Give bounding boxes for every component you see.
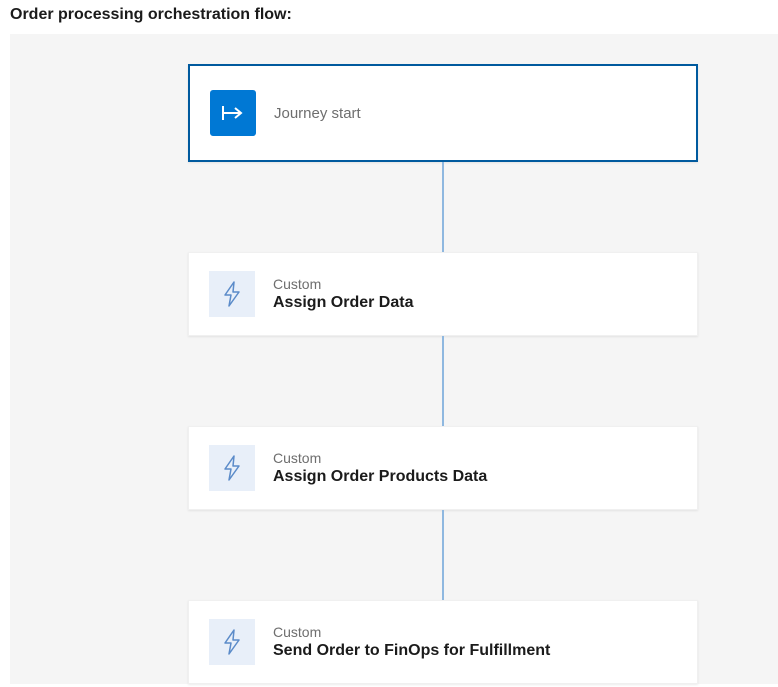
start-arrow-icon <box>210 90 256 136</box>
action-text: Custom Assign Order Products Data <box>273 450 487 486</box>
flow-canvas[interactable]: Journey start Custom Assign Order Data <box>10 34 778 684</box>
action-text: Custom Assign Order Data <box>273 276 413 312</box>
connector-line <box>442 336 444 426</box>
connector-line <box>442 510 444 600</box>
flow-column: Journey start Custom Assign Order Data <box>188 64 698 684</box>
journey-start-label: Journey start <box>274 105 361 122</box>
action-category: Custom <box>273 624 550 640</box>
action-node-assign-order-products-data[interactable]: Custom Assign Order Products Data <box>188 426 698 510</box>
action-text: Custom Send Order to FinOps for Fulfillm… <box>273 624 550 660</box>
action-category: Custom <box>273 276 413 292</box>
action-category: Custom <box>273 450 487 466</box>
lightning-icon <box>209 445 255 491</box>
lightning-icon <box>209 619 255 665</box>
action-title: Send Order to FinOps for Fulfillment <box>273 642 550 660</box>
lightning-icon <box>209 271 255 317</box>
journey-start-node[interactable]: Journey start <box>188 64 698 162</box>
action-node-send-order-finops[interactable]: Custom Send Order to FinOps for Fulfillm… <box>188 600 698 684</box>
action-node-assign-order-data[interactable]: Custom Assign Order Data <box>188 252 698 336</box>
connector-line <box>442 162 444 252</box>
page-title: Order processing orchestration flow: <box>0 0 778 34</box>
action-title: Assign Order Data <box>273 294 413 312</box>
action-title: Assign Order Products Data <box>273 468 487 486</box>
